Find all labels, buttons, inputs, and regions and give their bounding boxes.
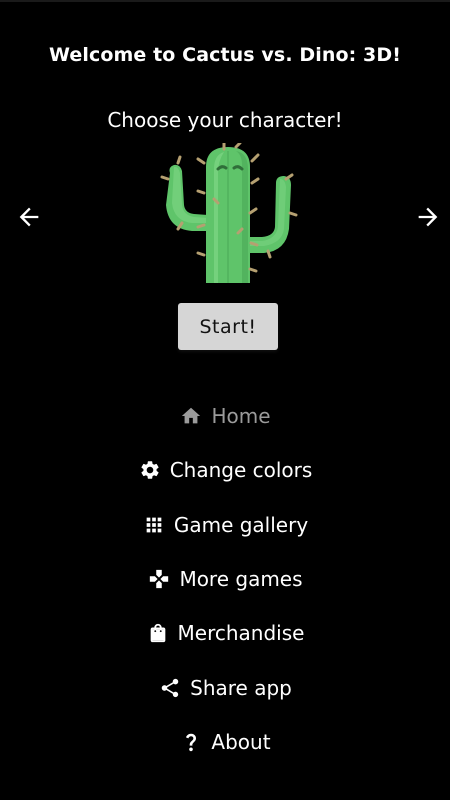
status-bar (0, 0, 450, 2)
menu-item-share-app[interactable]: Share app (0, 660, 450, 714)
character-prompt: Choose your character! (107, 108, 343, 132)
gamepad-icon (147, 567, 171, 591)
menu-item-label: Merchandise (177, 621, 305, 646)
shopping-bag-icon (146, 621, 170, 645)
menu-item-more-games[interactable]: More games (0, 552, 450, 606)
cactus-icon (158, 141, 300, 289)
menu-item-home[interactable]: Home (0, 389, 450, 443)
gear-icon (138, 458, 162, 482)
grid-icon (142, 513, 166, 537)
menu-item-label: About (211, 729, 271, 754)
arrow-left-icon[interactable] (15, 203, 43, 231)
menu-item-label: Home (211, 404, 271, 429)
question-icon (179, 730, 203, 754)
page-title: Welcome to Cactus vs. Dino: 3D! (49, 44, 401, 66)
menu-item-label: More games (179, 567, 303, 592)
menu-item-label: Change colors (169, 458, 313, 483)
share-icon (158, 676, 182, 700)
menu-item-change-colors[interactable]: Change colors (0, 443, 450, 497)
menu-item-merchandise[interactable]: Merchandise (0, 606, 450, 660)
start-button[interactable]: Start! (178, 303, 278, 350)
menu-item-label: Share app (190, 675, 292, 700)
menu-item-label: Game gallery (173, 512, 309, 537)
home-icon (179, 404, 203, 428)
main-menu: Home Change colors Game gallery More gam… (0, 389, 450, 769)
menu-item-about[interactable]: About (0, 715, 450, 769)
menu-item-game-gallery[interactable]: Game gallery (0, 498, 450, 552)
arrow-right-icon[interactable] (414, 203, 442, 231)
